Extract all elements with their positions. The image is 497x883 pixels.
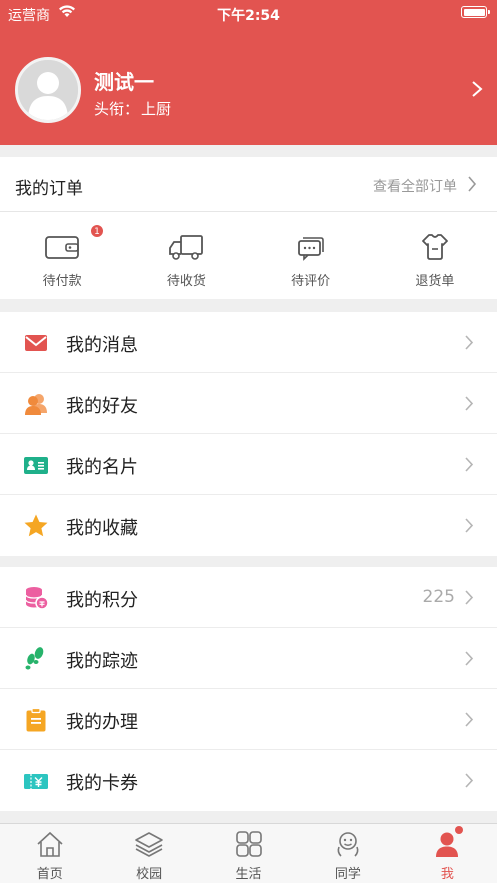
chevron-right-icon (465, 773, 474, 788)
orders-title: 我的订单 (15, 179, 83, 199)
ticket-icon (24, 774, 48, 789)
avatar[interactable] (15, 57, 81, 123)
menu-group-records: 我的积分 225 我的踪迹 我的办理 我的卡券 (0, 567, 497, 811)
order-item-label: 待付款 (42, 274, 82, 289)
user-title-value: 上厨 (141, 100, 172, 118)
tab-label: 同学 (334, 867, 361, 882)
menu-group-social: 我的消息 我的好友 我的名片 我的收藏 (0, 312, 497, 556)
tab-home[interactable]: 首页 (0, 824, 99, 883)
tab-label: 校园 (136, 867, 163, 882)
chevron-right-icon (465, 335, 474, 350)
profile-chevron-right-icon[interactable] (471, 80, 483, 98)
classmate-icon (337, 832, 359, 857)
chevron-right-icon (465, 518, 474, 533)
comment-icon (297, 237, 324, 261)
menu-item-favorites[interactable]: 我的收藏 (0, 495, 497, 556)
chevron-right-icon (465, 651, 474, 666)
tab-label: 首页 (36, 867, 63, 882)
chevron-right-icon (465, 457, 474, 472)
menu-item-label: 我的好友 (66, 396, 138, 417)
profile-header: 运营商 下午2:54 测试一 头衔： 上厨 (0, 0, 497, 145)
menu-item-label: 我的卡券 (66, 773, 138, 794)
menu-item-label: 我的消息 (66, 335, 138, 356)
order-returns[interactable]: 退货单 (373, 212, 497, 299)
envelope-icon (25, 335, 47, 351)
tab-life[interactable]: 生活 (199, 824, 298, 883)
menu-item-coupons[interactable]: 我的卡券 (0, 750, 497, 811)
chevron-right-icon (465, 396, 474, 411)
menu-item-handling[interactable]: 我的办理 (0, 689, 497, 750)
avatar-silhouette-icon (18, 60, 78, 120)
menu-item-messages[interactable]: 我的消息 (0, 312, 497, 373)
points-coins-icon (25, 587, 49, 610)
menu-item-points[interactable]: 我的积分 225 (0, 567, 497, 628)
footprints-icon (25, 647, 44, 670)
business-card-icon (24, 457, 48, 474)
chevron-right-icon (465, 590, 474, 605)
star-icon (24, 514, 48, 537)
menu-item-label: 我的积分 (66, 590, 138, 611)
menu-item-label: 我的收藏 (66, 518, 138, 539)
menu-item-label: 我的名片 (66, 457, 138, 478)
order-pending-review[interactable]: 待评价 (249, 212, 373, 299)
chevron-right-icon (468, 176, 477, 192)
user-title-label: 头衔： (94, 100, 140, 118)
menu-item-footprints[interactable]: 我的踪迹 (0, 628, 497, 689)
notification-dot (455, 826, 463, 834)
order-item-label: 待评价 (291, 274, 331, 289)
orders-header[interactable]: 我的订单 查看全部订单 (0, 157, 497, 212)
tab-label: 生活 (235, 867, 262, 882)
tab-label: 我 (440, 867, 454, 882)
status-bar: 运营商 下午2:54 (0, 0, 497, 26)
bottom-tab-bar: 首页 校园 生活 同学 我 (0, 823, 497, 883)
home-icon (37, 831, 63, 857)
order-pending-payment[interactable]: 1 待付款 (0, 212, 124, 299)
menu-item-label: 我的办理 (66, 712, 138, 733)
view-all-orders-link[interactable]: 查看全部订单 (373, 176, 457, 196)
order-status-grid: 1 待付款 待收货 待评价 退货单 (0, 212, 497, 299)
return-shirt-icon (421, 234, 448, 260)
battery-icon (461, 6, 490, 18)
menu-item-friends[interactable]: 我的好友 (0, 373, 497, 434)
order-pending-receipt[interactable]: 待收货 (124, 212, 248, 299)
user-name: 测试一 (94, 70, 154, 94)
grid-icon (235, 831, 262, 857)
friends-icon (25, 394, 47, 415)
points-value: 225 (422, 587, 455, 607)
tab-campus[interactable]: 校园 (99, 824, 198, 883)
order-item-label: 待收货 (166, 274, 206, 289)
truck-icon (169, 235, 204, 260)
menu-item-business-card[interactable]: 我的名片 (0, 434, 497, 495)
user-title: 头衔： 上厨 (94, 98, 171, 119)
layers-icon (135, 832, 163, 857)
clipboard-icon (26, 707, 46, 732)
orders-section: 我的订单 查看全部订单 1 待付款 待收货 待评价 退货单 (0, 157, 497, 299)
tab-classmates[interactable]: 同学 (298, 824, 397, 883)
person-icon (436, 832, 459, 857)
clock: 下午2:54 (217, 8, 280, 24)
chevron-right-icon (465, 712, 474, 727)
wallet-icon (45, 236, 80, 259)
tab-me[interactable]: 我 (398, 824, 497, 883)
pending-payment-badge: 1 (90, 224, 104, 238)
menu-item-label: 我的踪迹 (66, 651, 138, 672)
order-item-label: 退货单 (415, 274, 455, 289)
